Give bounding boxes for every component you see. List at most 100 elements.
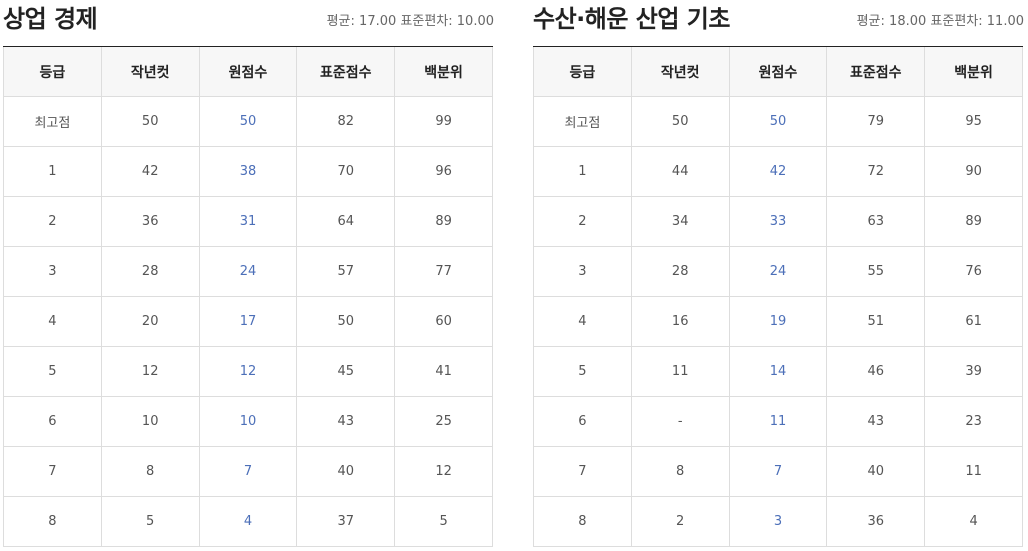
table-row: 5 12 12 45 41: [3, 346, 493, 397]
percentile-cell: 76: [924, 246, 1023, 297]
subject-panel-commercial-economics: 상업 경제 평균: 17.00 표준편차: 10.00 등급 작년컷 원점수 표준점수…: [3, 0, 494, 547]
standard-score-cell: 82: [296, 96, 396, 147]
table-row: 3 28 24 57 77: [3, 246, 493, 297]
grade-cell: 7: [3, 446, 102, 497]
percentile-cell: 39: [924, 346, 1023, 397]
std-dev-value: 10.00: [456, 14, 494, 29]
table-row: 2 34 33 63 89: [533, 196, 1023, 247]
table-row: 4 20 17 50 60: [3, 296, 493, 347]
raw-score-cell: 10: [198, 396, 298, 447]
percentile-cell: 89: [924, 196, 1023, 247]
grade-cell: 8: [533, 496, 632, 547]
table-header-row: 등급 작년컷 원점수 표준점수 백분위: [533, 47, 1023, 97]
standard-score-cell: 43: [296, 396, 396, 447]
table-body: 최고점 50 50 79 95 1 44 42 72 90 2 34 33 63 89 3 28 24 55 76 4 1…: [533, 96, 1023, 547]
average-value: 18.00: [889, 14, 927, 29]
standard-score-cell: 36: [826, 496, 926, 547]
grade-cell: 8: [3, 496, 102, 547]
grade-cell: 5: [3, 346, 102, 397]
last-year-cut-cell: 50: [630, 96, 730, 147]
table-row: 2 36 31 64 89: [3, 196, 493, 247]
raw-score-cell: 42: [728, 146, 828, 197]
raw-score-cell: 17: [198, 296, 298, 347]
panel-header: 상업 경제 평균: 17.00 표준편차: 10.00: [3, 0, 494, 47]
standard-score-cell: 37: [296, 496, 396, 547]
std-dev-label: 표준편차:: [400, 14, 453, 29]
percentile-cell: 95: [924, 96, 1023, 147]
grade-cell: 1: [533, 146, 632, 197]
raw-score-cell: 31: [198, 196, 298, 247]
standard-score-cell: 40: [826, 446, 926, 497]
last-year-cut-cell: 34: [630, 196, 730, 247]
table-row: 7 8 7 40 12: [3, 446, 493, 497]
column-header-grade: 등급: [3, 47, 102, 97]
last-year-cut-cell: 8: [630, 446, 730, 497]
grade-cell: 5: [533, 346, 632, 397]
std-dev-label: 표준편차:: [930, 14, 983, 29]
standard-score-cell: 79: [826, 96, 926, 147]
table-row: 8 2 3 36 4: [533, 496, 1023, 547]
grade-cell: 7: [533, 446, 632, 497]
column-header-grade: 등급: [533, 47, 632, 97]
std-dev-value: 11.00: [986, 14, 1024, 29]
percentile-cell: 11: [924, 446, 1023, 497]
column-header-raw-score: 원점수: [728, 47, 828, 97]
percentile-cell: 96: [394, 146, 493, 197]
standard-score-cell: 46: [826, 346, 926, 397]
grade-cell: 최고점: [3, 96, 102, 147]
panel-stats: 평균: 17.00 표준편차: 10.00: [327, 10, 494, 29]
standard-score-cell: 45: [296, 346, 396, 397]
standard-score-cell: 40: [296, 446, 396, 497]
last-year-cut-cell: 12: [100, 346, 200, 397]
last-year-cut-cell: 16: [630, 296, 730, 347]
standard-score-cell: 50: [296, 296, 396, 347]
panel-title: 상업 경제: [3, 5, 98, 33]
last-year-cut-cell: 42: [100, 146, 200, 197]
last-year-cut-cell: 28: [100, 246, 200, 297]
grade-cell: 2: [3, 196, 102, 247]
table-body: 최고점 50 50 82 99 1 42 38 70 96 2 36 31 64 89 3 28 24 57 77 4 2…: [3, 96, 493, 547]
last-year-cut-cell: 11: [630, 346, 730, 397]
percentile-cell: 77: [394, 246, 493, 297]
grade-table: 등급 작년컷 원점수 표준점수 백분위 최고점 50 50 82 99 1 42 38 70 96 2 36 3…: [3, 47, 493, 547]
last-year-cut-cell: 2: [630, 496, 730, 547]
table-header-row: 등급 작년컷 원점수 표준점수 백분위: [3, 47, 493, 97]
percentile-cell: 5: [394, 496, 493, 547]
panel-title: 수산·해운 산업 기초: [533, 5, 730, 33]
standard-score-cell: 63: [826, 196, 926, 247]
grade-cell: 4: [3, 296, 102, 347]
raw-score-cell: 50: [728, 96, 828, 147]
panel-stats: 평균: 18.00 표준편차: 11.00: [857, 10, 1024, 29]
raw-score-cell: 12: [198, 346, 298, 397]
last-year-cut-cell: 20: [100, 296, 200, 347]
raw-score-cell: 38: [198, 146, 298, 197]
standard-score-cell: 57: [296, 246, 396, 297]
table-row: 1 42 38 70 96: [3, 146, 493, 197]
table-row: 7 8 7 40 11: [533, 446, 1023, 497]
table-row: 3 28 24 55 76: [533, 246, 1023, 297]
standard-score-cell: 43: [826, 396, 926, 447]
standard-score-cell: 51: [826, 296, 926, 347]
grade-cell: 3: [3, 246, 102, 297]
percentile-cell: 90: [924, 146, 1023, 197]
raw-score-cell: 19: [728, 296, 828, 347]
percentile-cell: 25: [394, 396, 493, 447]
percentile-cell: 23: [924, 396, 1023, 447]
table-row: 6 10 10 43 25: [3, 396, 493, 447]
table-row: 최고점 50 50 82 99: [3, 96, 493, 147]
percentile-cell: 89: [394, 196, 493, 247]
last-year-cut-cell: 36: [100, 196, 200, 247]
table-row: 최고점 50 50 79 95: [533, 96, 1023, 147]
percentile-cell: 99: [394, 96, 493, 147]
column-header-last-year-cut: 작년컷: [630, 47, 730, 97]
percentile-cell: 4: [924, 496, 1023, 547]
last-year-cut-cell: 28: [630, 246, 730, 297]
standard-score-cell: 55: [826, 246, 926, 297]
last-year-cut-cell: 8: [100, 446, 200, 497]
average-label: 평균:: [856, 14, 885, 29]
standard-score-cell: 64: [296, 196, 396, 247]
last-year-cut-cell: 44: [630, 146, 730, 197]
grade-cell: 최고점: [533, 96, 632, 147]
standard-score-cell: 72: [826, 146, 926, 197]
last-year-cut-cell: 10: [100, 396, 200, 447]
